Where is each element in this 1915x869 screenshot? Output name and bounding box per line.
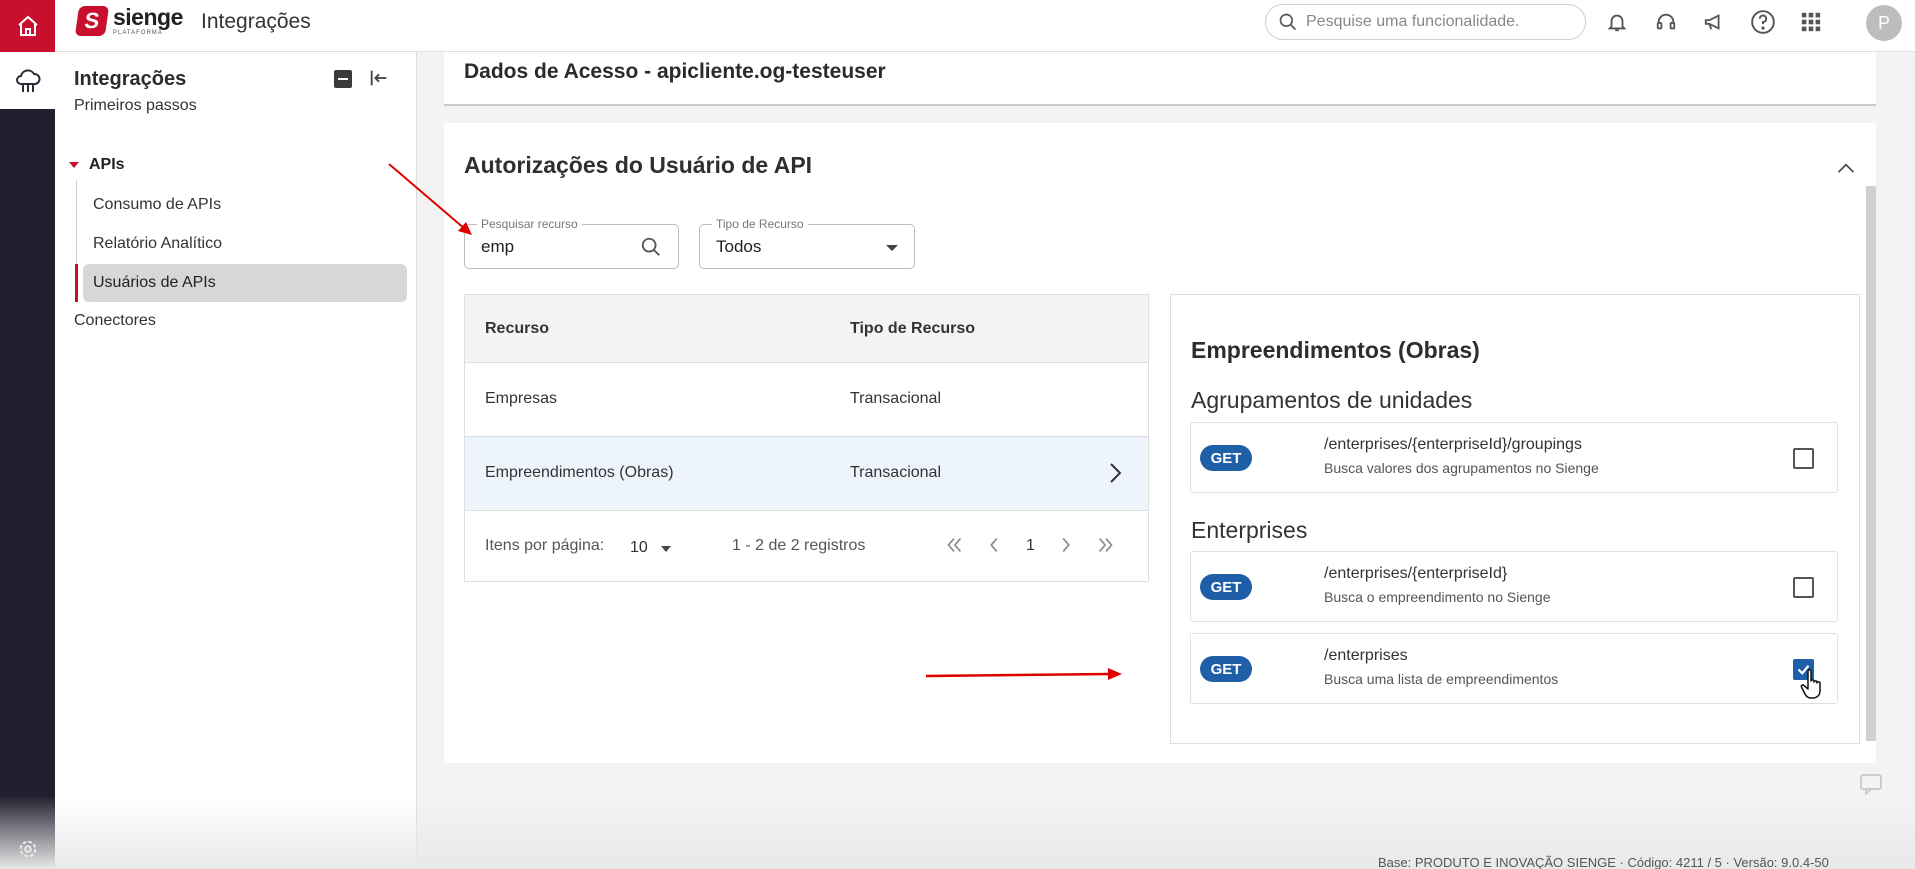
arrow-to-search-icon <box>388 163 472 235</box>
arrow-to-checkbox-icon <box>925 668 1122 680</box>
annotation-arrows <box>388 163 1122 680</box>
feedback-icon[interactable] <box>1859 773 1883 795</box>
footer-version-info: Base: PRODUTO E INOVAÇÃO SIENGE · Código… <box>1378 855 1829 869</box>
